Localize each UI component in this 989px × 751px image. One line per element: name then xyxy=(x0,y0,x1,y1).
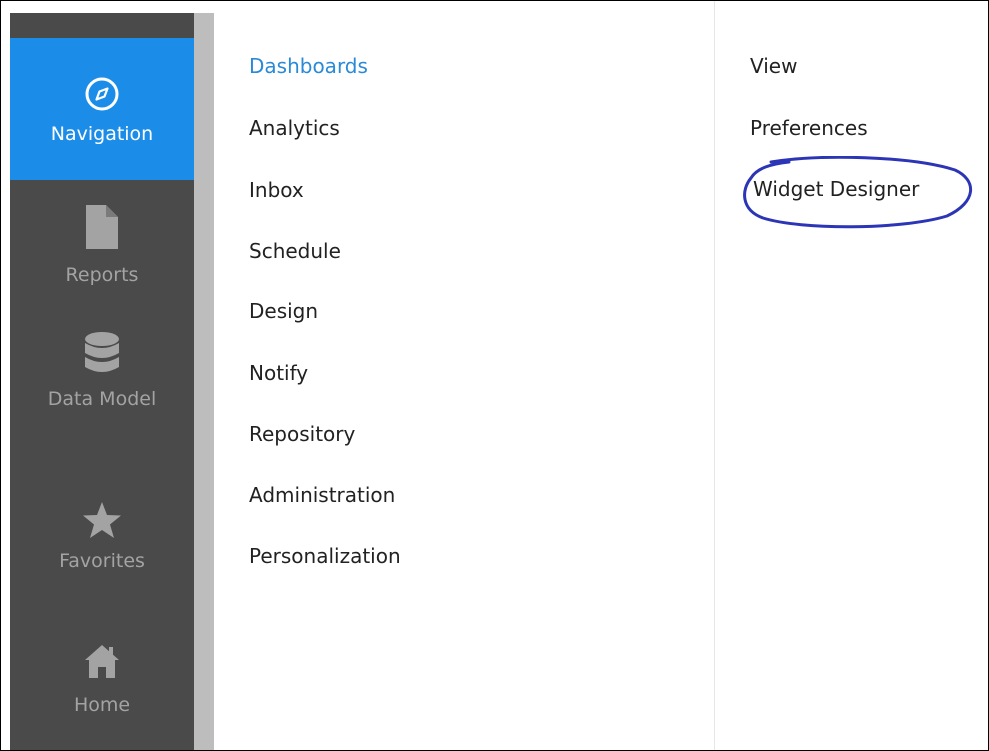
menu-item-schedule[interactable]: Schedule xyxy=(249,238,341,264)
app-window: Navigation Reports Data Model Favorites … xyxy=(0,0,989,751)
submenu-item-widget-designer[interactable]: Widget Designer xyxy=(753,176,919,202)
sidebar-item-reports[interactable]: Reports xyxy=(10,193,194,323)
submenu-item-view[interactable]: View xyxy=(750,53,797,79)
sidebar-item-home[interactable]: Home xyxy=(10,603,194,750)
sidebar-item-label: Navigation xyxy=(50,123,154,145)
menu-item-dashboards[interactable]: Dashboards xyxy=(249,53,368,79)
database-icon xyxy=(10,323,194,375)
menu-item-personalization[interactable]: Personalization xyxy=(249,543,401,569)
menu-item-analytics[interactable]: Analytics xyxy=(249,115,340,141)
sidebar-item-data-model[interactable]: Data Model xyxy=(10,323,194,463)
star-icon xyxy=(10,463,194,539)
menu-item-inbox[interactable]: Inbox xyxy=(249,177,304,203)
sidebar-item-label: Home xyxy=(73,694,131,716)
sidebar-item-navigation[interactable]: Navigation xyxy=(10,38,194,180)
sidebar-scrollbar[interactable] xyxy=(194,13,214,750)
secondary-menu: View Preferences Widget Designer xyxy=(715,1,988,750)
primary-menu: Dashboards Analytics Inbox Schedule Desi… xyxy=(214,1,715,750)
sidebar-rail: Navigation Reports Data Model Favorites … xyxy=(10,13,194,750)
sidebar-item-label: Data Model xyxy=(47,388,157,410)
sidebar-item-label: Favorites xyxy=(59,550,145,572)
menu-item-administration[interactable]: Administration xyxy=(249,482,395,508)
compass-icon xyxy=(10,38,194,112)
menu-item-notify[interactable]: Notify xyxy=(249,360,308,386)
sidebar-item-label: Reports xyxy=(65,264,139,286)
sidebar-item-favorites[interactable]: Favorites xyxy=(10,463,194,603)
submenu-item-preferences[interactable]: Preferences xyxy=(750,115,868,141)
menu-item-repository[interactable]: Repository xyxy=(249,421,355,447)
home-icon xyxy=(10,603,194,679)
document-icon xyxy=(10,193,194,249)
menu-item-design[interactable]: Design xyxy=(249,298,318,324)
